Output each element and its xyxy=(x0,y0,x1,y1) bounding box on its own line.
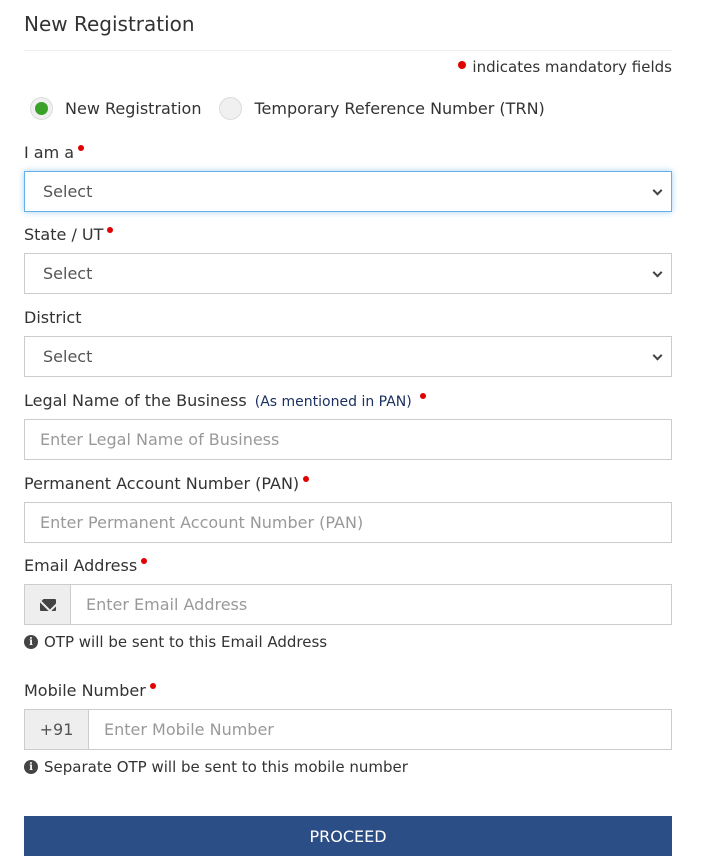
country-code-addon: +91 xyxy=(25,710,89,749)
proceed-button[interactable]: PROCEED xyxy=(24,816,672,856)
mobile-help-text: Separate OTP will be sent to this mobile… xyxy=(44,758,408,776)
radio-new-registration-label[interactable]: New Registration xyxy=(65,99,201,118)
email-help-text: OTP will be sent to this Email Address xyxy=(44,633,328,651)
envelope-icon xyxy=(39,598,56,611)
state-select[interactable]: Select xyxy=(24,253,672,294)
mandatory-note: indicates mandatory fields xyxy=(458,58,672,76)
district-select[interactable]: Select xyxy=(24,336,672,377)
info-icon: i xyxy=(24,760,38,774)
mobile-input[interactable] xyxy=(89,710,671,749)
required-dot-icon xyxy=(107,227,114,233)
chevron-down-icon xyxy=(652,267,663,278)
district-select-value: Select xyxy=(43,347,93,366)
required-dot-icon xyxy=(141,558,148,564)
required-dot-icon xyxy=(78,145,85,151)
pan-label-text: Permanent Account Number (PAN) xyxy=(24,474,300,493)
mandatory-note-text: indicates mandatory fields xyxy=(472,58,672,76)
legal-name-input[interactable] xyxy=(24,419,672,460)
required-dot-icon xyxy=(149,683,156,689)
email-label: Email Address xyxy=(24,556,148,575)
i-am-a-select-value: Select xyxy=(43,182,93,201)
mobile-help: i Separate OTP will be sent to this mobil… xyxy=(24,758,408,776)
i-am-a-label-text: I am a xyxy=(24,143,75,162)
email-input[interactable] xyxy=(71,585,671,624)
pan-label: Permanent Account Number (PAN) xyxy=(24,474,310,493)
registration-type-group: New Registration Temporary Reference Num… xyxy=(30,97,563,120)
mobile-input-group: +91 xyxy=(24,709,672,750)
state-select-value: Select xyxy=(43,264,93,283)
required-dot-icon xyxy=(419,393,426,399)
legal-name-hint: (As mentioned in PAN) xyxy=(254,394,412,410)
state-label-text: State / UT xyxy=(24,225,104,244)
title-divider xyxy=(24,50,672,51)
i-am-a-select[interactable]: Select xyxy=(24,171,672,212)
radio-selected-indicator xyxy=(35,102,48,115)
mobile-label-text: Mobile Number xyxy=(24,681,146,700)
required-dot-icon xyxy=(458,61,467,69)
chevron-down-icon xyxy=(652,185,663,196)
radio-trn[interactable] xyxy=(219,97,243,120)
info-icon: i xyxy=(24,635,38,649)
required-dot-icon xyxy=(303,476,310,482)
legal-name-label-text: Legal Name of the Business xyxy=(24,391,247,410)
email-input-group xyxy=(24,584,672,625)
chevron-down-icon xyxy=(652,350,663,361)
state-label: State / UT xyxy=(24,225,114,244)
mobile-label: Mobile Number xyxy=(24,681,156,700)
email-help: i OTP will be sent to this Email Address xyxy=(24,633,327,651)
email-addon xyxy=(25,585,71,624)
email-label-text: Email Address xyxy=(24,556,138,575)
radio-new-registration[interactable] xyxy=(30,97,53,120)
i-am-a-label: I am a xyxy=(24,143,85,162)
radio-trn-label[interactable]: Temporary Reference Number (TRN) xyxy=(254,99,544,118)
legal-name-label: Legal Name of the Business (As mentioned… xyxy=(24,391,426,410)
page-title: New Registration xyxy=(24,12,195,36)
district-label: District xyxy=(24,308,81,327)
district-label-text: District xyxy=(24,308,82,327)
pan-input[interactable] xyxy=(24,502,672,543)
